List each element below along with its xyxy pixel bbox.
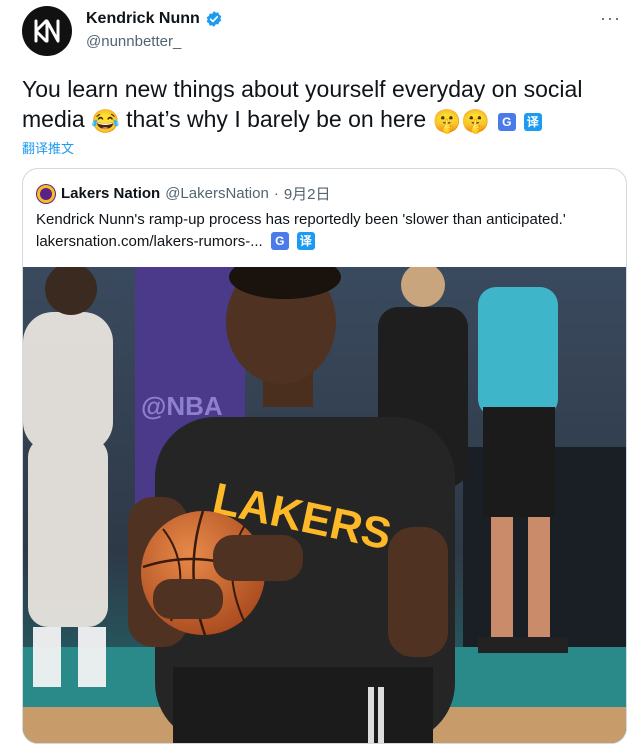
tweet-text: You learn new things about yourself ever… bbox=[22, 74, 622, 136]
translate-tweet-link[interactable]: 翻译推文 bbox=[22, 138, 74, 157]
tweet-text-part2: that’s why I barely be on here bbox=[119, 106, 433, 132]
tears-of-joy-emoji: 😂 bbox=[91, 108, 120, 134]
more-options-icon[interactable]: ··· bbox=[600, 8, 621, 29]
quote-header: Lakers Nation @LakersNation · 9月2日 bbox=[36, 183, 331, 204]
quote-photo[interactable]: @NBA LAKERS bbox=[23, 267, 626, 743]
nba-banner-text: @NBA bbox=[141, 391, 223, 421]
quote-translate-icon[interactable]: 译 bbox=[296, 232, 315, 250]
author-name-row: Kendrick Nunn bbox=[86, 10, 223, 28]
quote-date[interactable]: 9月2日 bbox=[284, 183, 331, 204]
quoted-tweet[interactable]: Lakers Nation @LakersNation · 9月2日 Kendr… bbox=[22, 168, 627, 744]
quote-body: Kendrick Nunn's ramp-up process has repo… bbox=[36, 211, 566, 228]
translate-icon[interactable]: 译 bbox=[523, 113, 542, 131]
quote-text: Kendrick Nunn's ramp-up process has repo… bbox=[36, 209, 616, 253]
lakers-logo-icon bbox=[36, 183, 56, 204]
verified-badge-icon bbox=[206, 11, 222, 27]
quote-google-translate-icon[interactable]: G bbox=[270, 232, 289, 250]
shushing-face-emoji: 🤫 bbox=[432, 108, 462, 134]
author-avatar[interactable] bbox=[22, 6, 72, 56]
author-display-name[interactable]: Kendrick Nunn bbox=[86, 10, 200, 28]
quote-link[interactable]: lakersnation.com/lakers-rumors-... bbox=[36, 233, 263, 250]
shushing-face-emoji-2: 🤫 bbox=[461, 108, 490, 134]
author-handle[interactable]: @nunnbetter_ bbox=[86, 33, 181, 50]
quote-handle[interactable]: @LakersNation bbox=[165, 185, 269, 202]
google-translate-icon[interactable]: G bbox=[497, 113, 516, 131]
kn-logo-icon bbox=[34, 19, 60, 43]
quote-separator: · bbox=[273, 185, 279, 202]
quote-display-name[interactable]: Lakers Nation bbox=[61, 185, 160, 202]
